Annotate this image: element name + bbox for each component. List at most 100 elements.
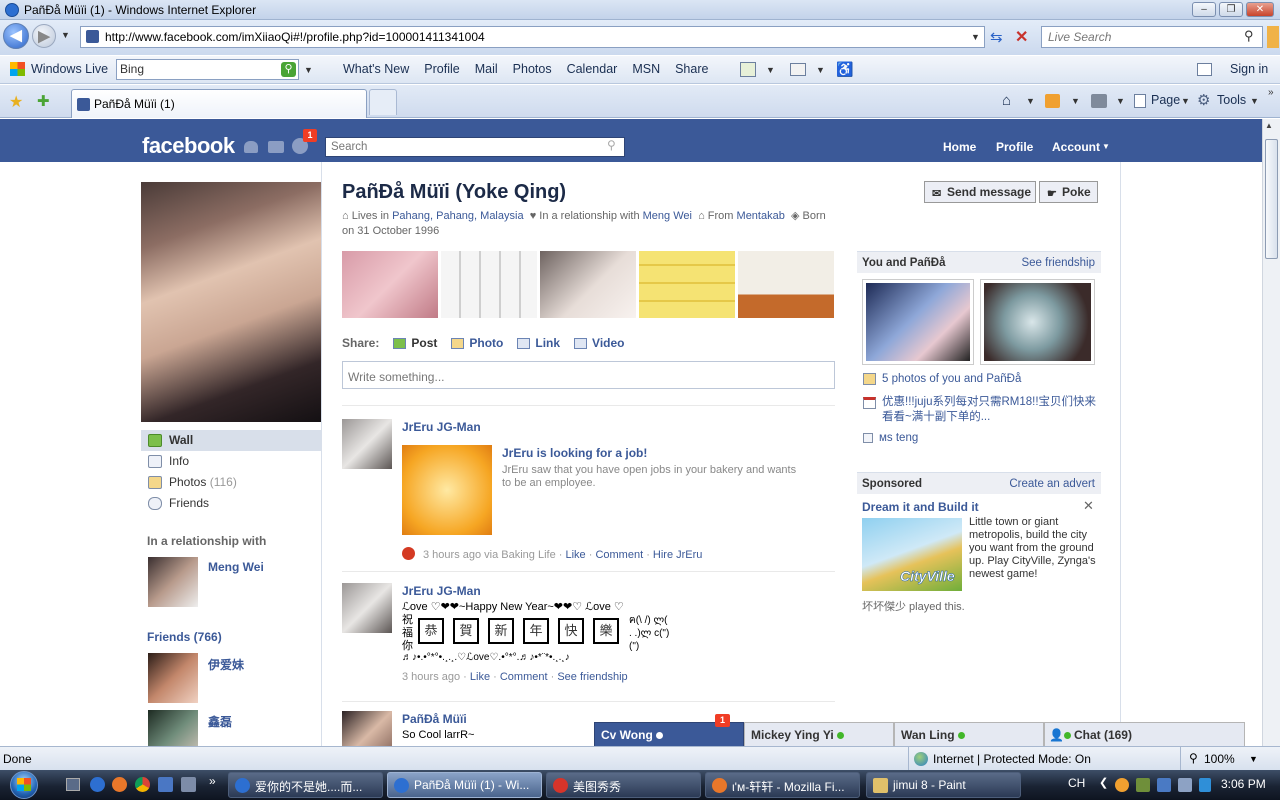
friend-avatar[interactable] (148, 653, 198, 703)
left-nav-photos[interactable]: Photos (116) (141, 472, 321, 493)
link-share[interactable]: Share (675, 62, 708, 76)
story-author-name[interactable]: JrEru JG-Man (402, 584, 481, 598)
feeds-icon[interactable] (1045, 94, 1060, 108)
chat-tab[interactable]: Wan Ling (894, 722, 1044, 746)
send-message-button[interactable]: ✉ Send message (924, 181, 1036, 203)
search-options-button[interactable] (1267, 26, 1279, 48)
print-icon[interactable] (1091, 94, 1107, 108)
left-nav-info[interactable]: Info (141, 451, 321, 472)
back-button[interactable]: ◀ (3, 23, 29, 49)
link-whats-new[interactable]: What's New (343, 62, 409, 76)
friend-name[interactable]: 鑫磊 (208, 713, 232, 730)
favorites-star-icon[interactable]: ★ (9, 92, 23, 112)
close-window-button[interactable]: ✕ (1246, 2, 1274, 17)
clock[interactable]: 3:06 PM (1221, 777, 1266, 791)
page-menu[interactable]: Page (1151, 93, 1180, 107)
photo-strip-item[interactable] (441, 251, 537, 318)
start-button[interactable] (4, 770, 48, 800)
share-post-tab[interactable]: Post (393, 336, 437, 350)
nav-home[interactable]: Home (943, 140, 976, 154)
share-photo-tab[interactable]: Photo (451, 336, 503, 350)
comment-link[interactable]: Comment (500, 671, 548, 683)
nav-account[interactable]: Account (1052, 140, 1100, 154)
shared-photo-thumb[interactable] (862, 279, 974, 365)
home-dropdown-icon[interactable]: ▼ (1026, 96, 1035, 106)
broom-app-image[interactable] (402, 445, 492, 535)
link-mail[interactable]: Mail (475, 62, 498, 76)
photos-of-you-link[interactable]: 5 photos of you and PañĐå (863, 373, 1021, 385)
chat-tab[interactable]: Mickey Ying Yi (744, 722, 894, 746)
security-zone[interactable]: Internet | Protected Mode: On (933, 752, 1091, 766)
scroll-thumb[interactable] (1265, 139, 1278, 259)
story-author-avatar[interactable] (342, 583, 392, 633)
friend-avatar[interactable] (148, 710, 198, 746)
photo-strip-item[interactable] (639, 251, 735, 318)
photo-strip-item[interactable] (540, 251, 636, 318)
restore-button[interactable]: ❐ (1219, 2, 1243, 17)
relationship-name[interactable]: Meng Wei (208, 560, 264, 574)
shared-photo-thumb[interactable] (980, 279, 1095, 365)
tray-app-icon[interactable] (1136, 778, 1150, 792)
poke-button[interactable]: ☛ Poke (1039, 181, 1098, 203)
messages-icon[interactable] (268, 141, 284, 153)
show-desktop-icon[interactable] (66, 778, 80, 791)
chat-buddy-list-button[interactable]: 👤 Chat (169) (1044, 722, 1245, 746)
bing-go-icon[interactable]: ⚲ (281, 62, 296, 77)
page-vertical-scrollbar[interactable]: ▲ (1262, 119, 1280, 746)
nav-profile[interactable]: Profile (996, 140, 1033, 154)
mail-dropdown-icon[interactable]: ▼ (816, 65, 825, 75)
taskbar-item[interactable]: 美图秀秀 (546, 772, 701, 798)
left-nav-wall[interactable]: Wall (141, 430, 321, 451)
friend-name[interactable]: 伊爱妹 (208, 656, 244, 673)
taskbar-item-active[interactable]: PañĐå Müïi (1) - Wi... (387, 772, 542, 798)
history-dropdown-icon[interactable]: ▼ (61, 30, 70, 40)
ad-title-link[interactable]: Dream it and Build it (862, 500, 979, 514)
photo-strip-item[interactable] (342, 251, 438, 318)
photo-strip-item[interactable] (738, 251, 834, 318)
share-video-tab[interactable]: Video (574, 336, 625, 350)
ms-teng-link[interactable]: ᴍs teng (863, 432, 918, 444)
zoom-dropdown-icon[interactable]: ▼ (1249, 754, 1258, 764)
app-quicklaunch-icon[interactable] (181, 777, 196, 792)
add-favorites-icon[interactable]: ✚ (37, 92, 50, 110)
quicklaunch-overflow-icon[interactable]: » (209, 774, 216, 788)
like-link[interactable]: Like (470, 671, 490, 683)
minimize-button[interactable]: – (1192, 2, 1216, 17)
network-icon[interactable] (1157, 778, 1171, 792)
story-author-name[interactable]: JrEru JG-Man (402, 420, 481, 434)
fb-search-icon[interactable]: ⚲ (607, 138, 616, 152)
sign-in-link[interactable]: Sign in (1230, 62, 1268, 76)
link-calendar[interactable]: Calendar (567, 62, 618, 76)
facebook-logo[interactable]: facebook (142, 133, 235, 159)
facebook-search-input[interactable]: Search (325, 137, 625, 157)
new-tab-button[interactable] (369, 89, 397, 115)
firefox-quicklaunch-icon[interactable] (112, 777, 127, 792)
zoom-level[interactable]: 100% (1204, 752, 1235, 766)
tray-app-icon[interactable] (1199, 778, 1211, 792)
print-dropdown-icon[interactable]: ▼ (1116, 96, 1125, 106)
bing-search-input[interactable]: Bing (116, 59, 299, 80)
mail-icon[interactable] (790, 63, 806, 76)
account-chevron-down-icon[interactable]: ▼ (1102, 142, 1110, 151)
live-search-input[interactable]: Live Search (1041, 26, 1263, 48)
link-profile[interactable]: Profile (424, 62, 459, 76)
page-dropdown-icon[interactable]: ▼ (1181, 96, 1190, 106)
chrome-quicklaunch-icon[interactable] (135, 777, 150, 792)
tab-active[interactable]: PañĐå Müïi (1) (71, 89, 367, 118)
app-quicklaunch-icon[interactable] (158, 777, 173, 792)
relationship-avatar[interactable] (148, 557, 198, 607)
story-title-link[interactable]: JrEru is looking for a job! (502, 446, 647, 460)
profile-picture[interactable] (141, 182, 321, 422)
share-link-tab[interactable]: Link (517, 336, 560, 350)
cityville-ad-image[interactable]: CityVille (862, 518, 962, 591)
tools-dropdown-icon[interactable]: ▼ (1250, 96, 1259, 106)
like-link[interactable]: Like (565, 549, 585, 561)
write-something-input[interactable]: Write something... (342, 361, 835, 389)
scroll-up-icon[interactable]: ▲ (1265, 121, 1273, 130)
feeds-dropdown-icon[interactable]: ▼ (1071, 96, 1080, 106)
taskbar-item[interactable]: jimui 8 - Paint (866, 772, 1021, 798)
story-author-avatar[interactable] (342, 711, 392, 746)
lives-link[interactable]: Pahang, Pahang, Malaysia (392, 210, 523, 222)
toolbar-overflow-icon[interactable]: » (1268, 87, 1274, 98)
stop-icon[interactable]: ✕ (1015, 27, 1028, 47)
